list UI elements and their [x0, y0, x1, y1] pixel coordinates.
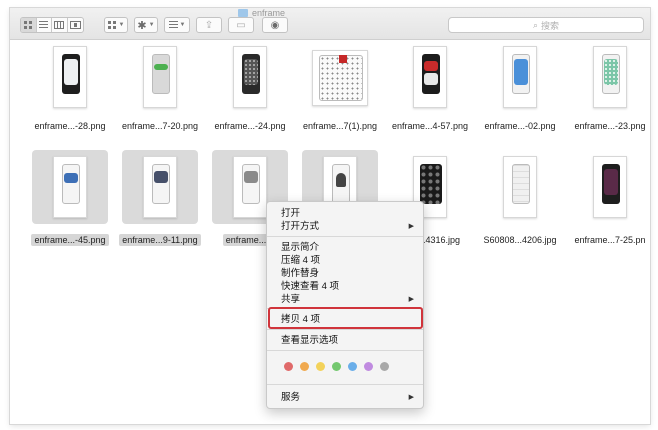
list-view-icon — [39, 21, 49, 29]
trash-icon: ▭ — [236, 19, 246, 31]
file-name: enframe...-28.png — [34, 121, 106, 131]
file-thumbnail — [593, 46, 627, 108]
folder-icon — [238, 9, 248, 17]
list-view-button[interactable] — [37, 18, 53, 32]
tag-color-blue[interactable] — [348, 362, 357, 371]
tag-color-purple[interactable] — [364, 362, 373, 371]
file-name: enframe...7-20.png — [121, 121, 199, 131]
file-thumbnail — [53, 46, 87, 108]
menu-item-share[interactable]: 共享 ▶ — [267, 293, 423, 306]
search-field[interactable]: ⌕ 搜索 — [448, 17, 644, 33]
menu-separator — [267, 350, 423, 351]
menu-item-view-options[interactable]: 查看显示选项 — [267, 334, 423, 347]
tag-color-green[interactable] — [332, 362, 341, 371]
group-button[interactable]: ▼ — [164, 17, 190, 33]
file-thumbnail — [413, 46, 447, 108]
file-name: S60808...4206.jpg — [483, 235, 557, 245]
file-thumbnail — [143, 156, 177, 218]
group-icon — [168, 21, 178, 29]
file-name: enframe...-24.png — [214, 121, 286, 131]
menu-item-services[interactable]: 服务 ▶ — [267, 391, 423, 404]
icon-view-icon — [23, 21, 33, 29]
context-menu: 打开 打开方式 ▶ 显示简介 压缩 4 项 制作替身 快速查看 4 项 共享 ▶ 拷… — [266, 201, 424, 409]
search-placeholder: 搜索 — [541, 20, 560, 31]
menu-item-make-alias[interactable]: 制作替身 — [267, 267, 423, 280]
eye-icon: ◉ — [270, 19, 280, 31]
tag-color-yellow[interactable] — [316, 362, 325, 371]
tag-color-red[interactable] — [284, 362, 293, 371]
icon-view-button[interactable] — [21, 18, 37, 32]
file-thumbnail — [593, 156, 627, 218]
chevron-down-icon: ▼ — [148, 22, 155, 28]
menu-item-compress[interactable]: 压缩 4 项 — [267, 254, 423, 267]
submenu-arrow-icon: ▶ — [408, 296, 414, 303]
tag-color-gray[interactable] — [380, 362, 389, 371]
file-name: enframe...7-25.pn — [574, 235, 646, 245]
menu-item-get-info[interactable]: 显示简介 — [267, 241, 423, 254]
file-thumbnail — [143, 46, 177, 108]
file-thumbnail — [312, 50, 368, 106]
file-name: enframe...4-57.png — [391, 121, 469, 131]
arrange-button[interactable]: ▼ — [104, 17, 128, 33]
menu-separator — [267, 329, 423, 330]
share-button[interactable]: ⇪ — [196, 17, 222, 33]
share-icon: ⇪ — [204, 19, 214, 31]
action-button[interactable]: ✱ ▼ — [134, 17, 158, 33]
menu-separator — [267, 384, 423, 385]
file-name: enframe...7(1).png — [302, 121, 378, 131]
gear-icon: ✱ — [137, 19, 147, 32]
chevron-down-icon: ▼ — [179, 22, 186, 28]
menu-separator — [267, 236, 423, 237]
trash-button[interactable]: ▭ — [228, 17, 254, 33]
file-name: enframe...9-11.png — [118, 234, 202, 246]
chevron-down-icon: ▼ — [118, 22, 125, 28]
menu-item-quick-look[interactable]: 快速查看 4 项 — [267, 280, 423, 293]
quick-look-button[interactable]: ◉ — [262, 17, 288, 33]
tag-color-orange[interactable] — [300, 362, 309, 371]
submenu-arrow-icon: ▶ — [408, 223, 414, 230]
cover-flow-button[interactable] — [68, 18, 83, 32]
file-name: enframe...-45.png — [28, 234, 112, 246]
toolbar: enframe ▼ ✱ ▼ ▼ ⇪ ▭ ◉ ⌕ 搜索 — [10, 8, 650, 40]
cover-flow-icon — [69, 21, 81, 29]
column-view-icon — [54, 21, 65, 29]
annotation-highlight-box — [268, 307, 423, 329]
submenu-arrow-icon: ▶ — [408, 394, 414, 401]
file-thumbnail — [233, 46, 267, 108]
file-thumbnail — [503, 46, 537, 108]
file-thumbnail — [233, 156, 267, 218]
menu-item-open-with[interactable]: 打开方式 ▶ — [267, 220, 423, 233]
file-name: enframe...-02.png — [484, 121, 556, 131]
file-name: enframe...-23.png — [574, 121, 646, 131]
arrange-icon — [107, 21, 117, 29]
view-mode-control — [20, 17, 84, 33]
file-thumbnail — [503, 156, 537, 218]
search-icon: ⌕ — [532, 19, 539, 30]
file-thumbnail — [53, 156, 87, 218]
column-view-button[interactable] — [52, 18, 68, 32]
menu-item-open[interactable]: 打开 — [267, 207, 423, 220]
